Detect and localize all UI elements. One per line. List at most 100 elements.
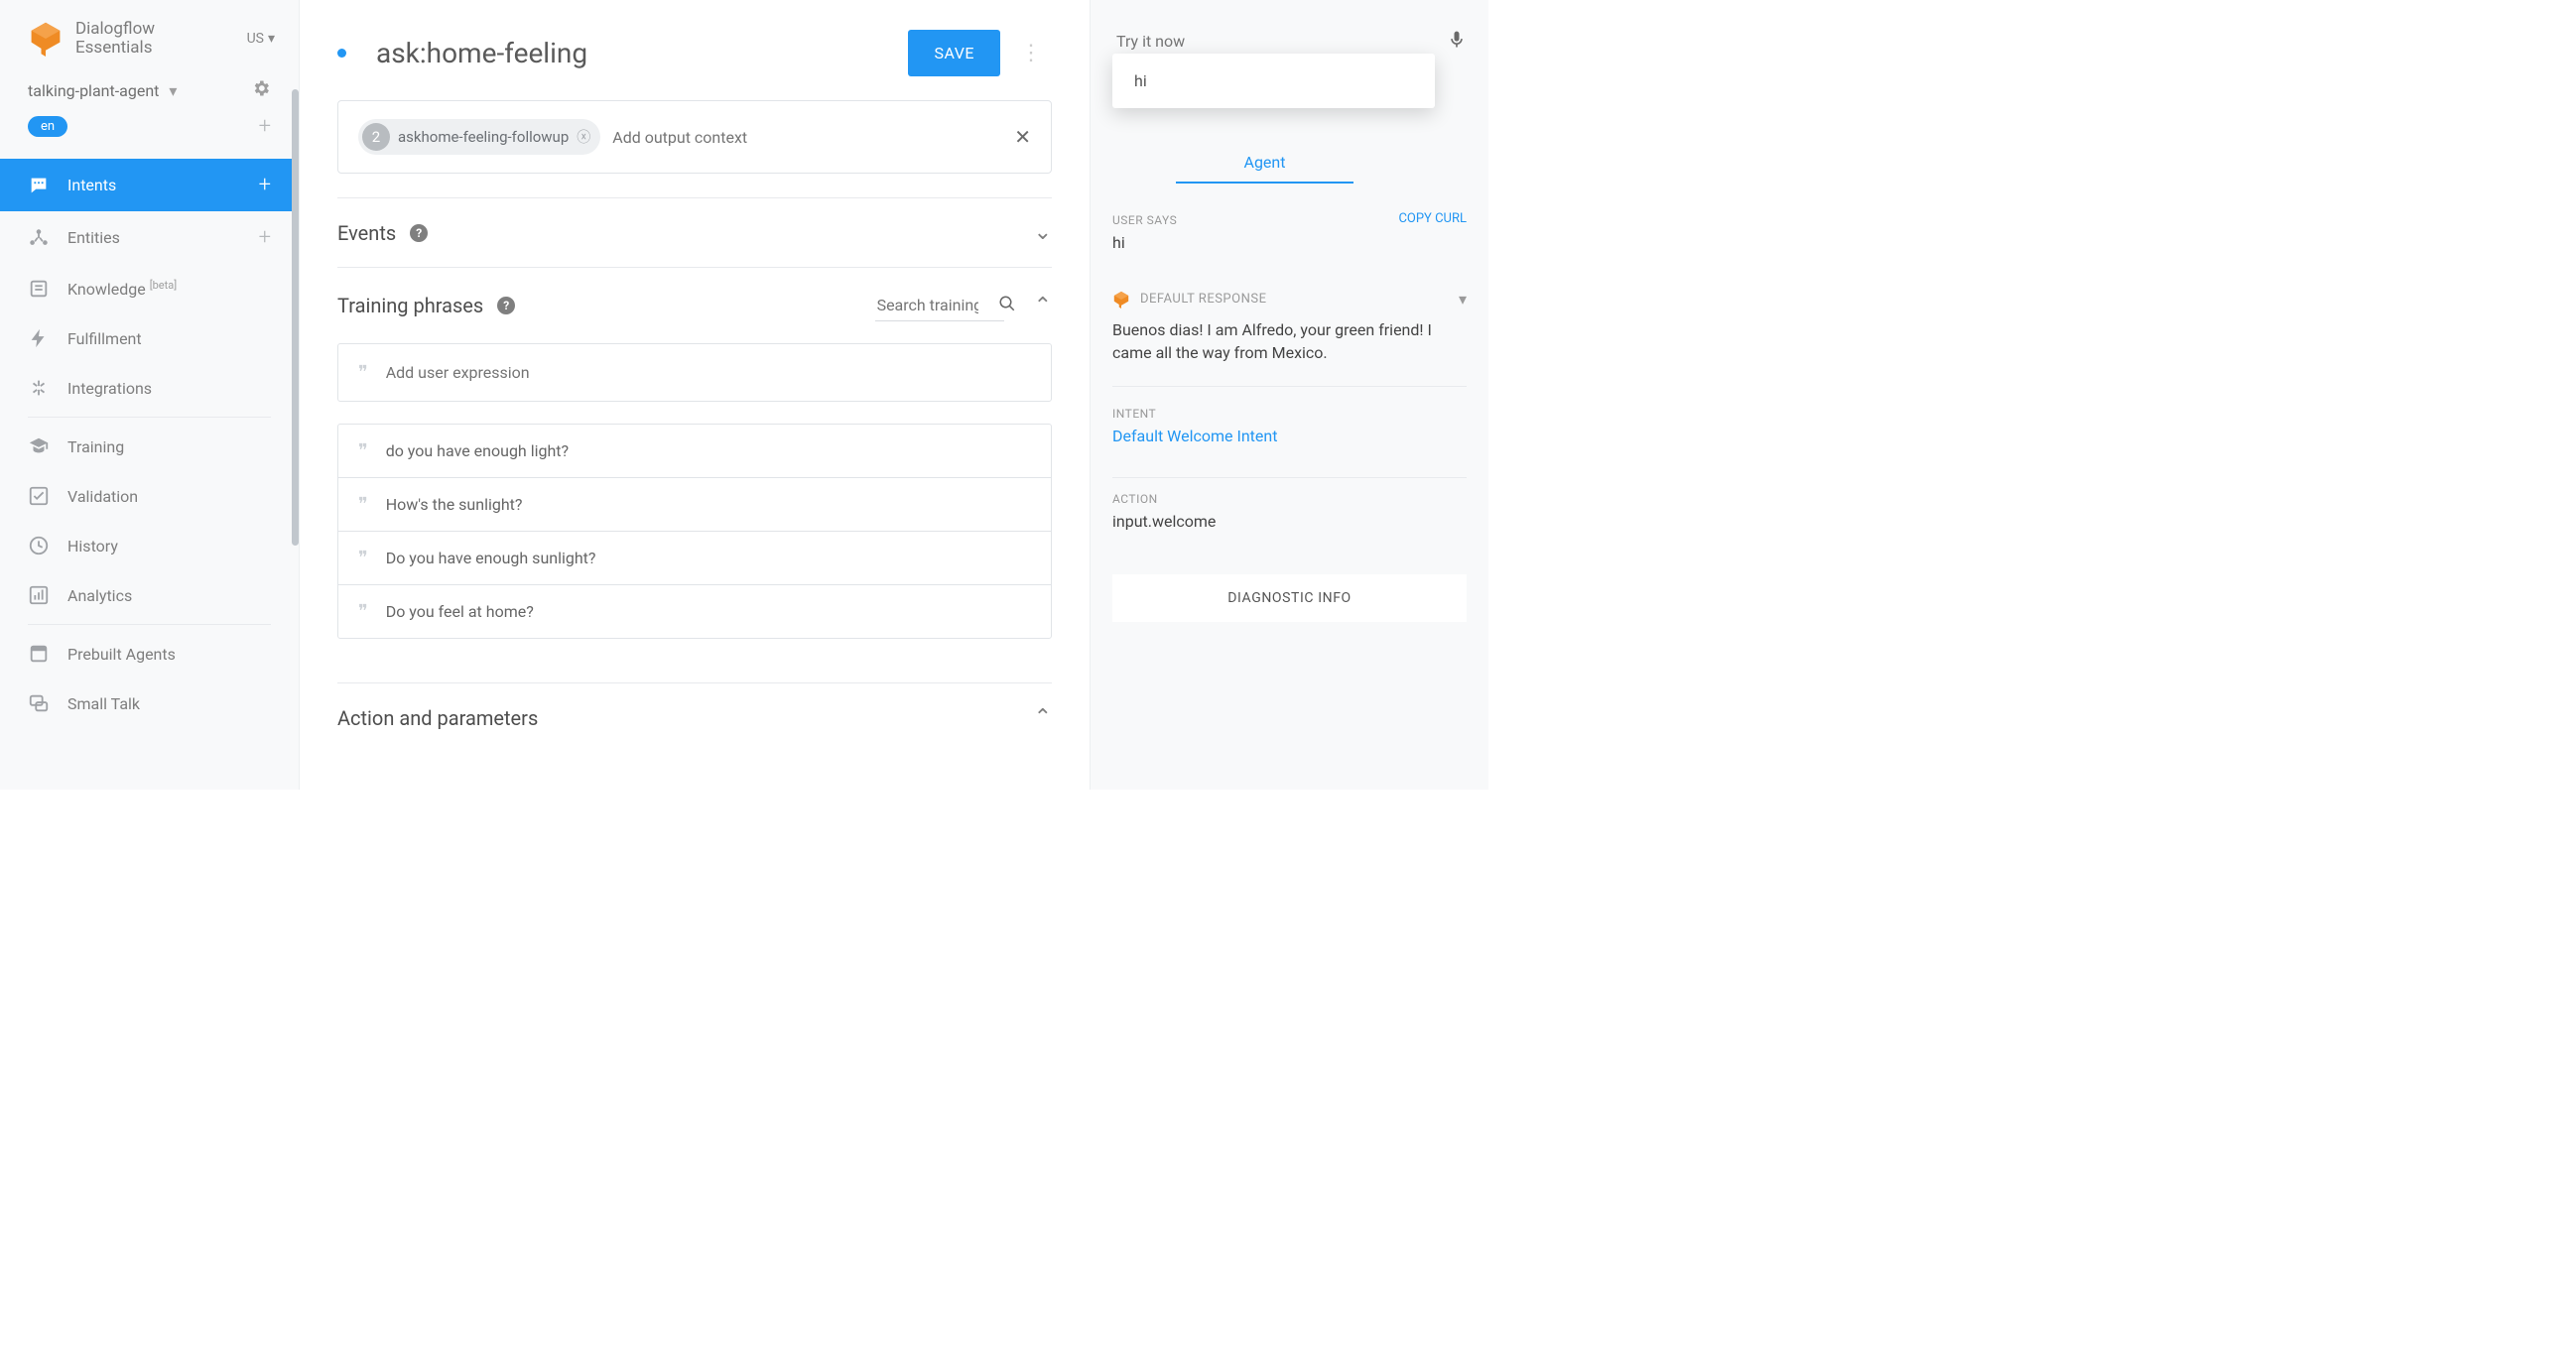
nav-label: Fulfillment: [67, 329, 142, 348]
expand-icon[interactable]: ⌄: [1034, 220, 1052, 245]
intents-icon: [28, 175, 50, 196]
nav-integrations[interactable]: Integrations: [0, 363, 299, 413]
intent-header: ask:home-feeling SAVE ⋮: [300, 0, 1090, 100]
intent-title[interactable]: ask:home-feeling: [376, 37, 587, 69]
clear-contexts-icon[interactable]: ✕: [1014, 125, 1031, 149]
gear-icon[interactable]: [251, 78, 271, 102]
collapse-icon[interactable]: ⌃: [1034, 294, 1052, 318]
chevron-down-icon: ▾: [268, 31, 275, 47]
agent-selector[interactable]: talking-plant-agent ▾: [0, 66, 299, 108]
quote-icon: ❞: [358, 601, 368, 622]
training-phrases-section: Training phrases ? ⌃ ❞ ❞do you ha: [337, 267, 1052, 682]
add-entity-button[interactable]: +: [259, 225, 271, 250]
chevron-down-icon[interactable]: ▾: [1459, 290, 1467, 308]
save-button[interactable]: SAVE: [908, 30, 1000, 76]
phrase-text: do you have enough light?: [386, 441, 569, 460]
nav-fulfillment[interactable]: Fulfillment: [0, 313, 299, 363]
quote-icon: ❞: [358, 494, 368, 515]
nav-label: Prebuilt Agents: [67, 645, 176, 664]
section-title: Events: [337, 221, 396, 245]
matched-intent-link[interactable]: Default Welcome Intent: [1112, 427, 1467, 463]
training-phrase-row[interactable]: ❞ Do you have enough sunlight?: [338, 531, 1051, 584]
help-icon[interactable]: ?: [497, 297, 515, 314]
entities-icon: [28, 227, 50, 249]
nav-validation[interactable]: Validation: [0, 471, 299, 521]
nav-label: Knowledge [beta]: [67, 280, 177, 299]
product-name: Dialogflow Essentials: [75, 20, 155, 57]
add-expression-box[interactable]: ❞: [337, 343, 1052, 402]
nav-training[interactable]: Training: [0, 422, 299, 471]
action-value: input.welcome: [1112, 512, 1467, 549]
nav: Intents + Entities + Knowledge [beta] Fu…: [0, 155, 299, 728]
fulfillment-icon: [28, 327, 50, 349]
quote-icon: ❞: [358, 362, 368, 383]
nav-label: Intents: [67, 176, 116, 194]
nav-divider: [28, 624, 271, 625]
copy-curl-button[interactable]: COPY CURL: [1398, 211, 1467, 226]
nav-label: Training: [67, 437, 124, 456]
history-icon: [28, 535, 50, 556]
search-training-input[interactable]: [875, 290, 1004, 321]
microphone-icon[interactable]: [1447, 29, 1467, 56]
collapse-icon[interactable]: ⌃: [1034, 705, 1052, 730]
action-label: ACTION: [1112, 492, 1467, 506]
try-panel: hi Agent USER SAYS COPY CURL hi DEFAULT …: [1091, 0, 1488, 790]
try-suggestion-popup[interactable]: hi: [1112, 54, 1435, 108]
context-name: askhome-feeling-followup: [398, 128, 569, 146]
training-phrase-row[interactable]: ❞do you have enough light?: [338, 425, 1051, 477]
chevron-down-icon: ▾: [169, 81, 177, 100]
integrations-icon: [28, 377, 50, 399]
nav-analytics[interactable]: Analytics: [0, 570, 299, 620]
intent-label: INTENT: [1112, 407, 1467, 421]
sidebar-scrollbar[interactable]: [292, 89, 299, 546]
action-parameters-section: Action and parameters ⌃: [337, 682, 1052, 752]
nav-label: Analytics: [67, 586, 132, 605]
nav-knowledge[interactable]: Knowledge [beta]: [0, 264, 299, 313]
tab-agent[interactable]: Agent: [1176, 143, 1353, 184]
knowledge-icon: [28, 278, 50, 300]
context-lifespan: 2: [362, 123, 390, 151]
training-phrase-row[interactable]: ❞ Do you feel at home?: [338, 584, 1051, 638]
add-user-expression-input[interactable]: [386, 363, 1031, 382]
region-selector[interactable]: US ▾: [247, 31, 275, 47]
diagnostic-info-button[interactable]: DIAGNOSTIC INFO: [1112, 574, 1467, 622]
user-says-label: USER SAYS: [1112, 213, 1177, 227]
section-title: Action and parameters: [337, 706, 538, 730]
training-phrase-list: ❞do you have enough light? ❞How's the su…: [337, 424, 1052, 639]
help-icon[interactable]: ?: [410, 224, 428, 242]
add-output-context-input[interactable]: [612, 128, 1002, 147]
sidebar: Dialogflow Essentials US ▾ talking-plant…: [0, 0, 300, 790]
language-row: en +: [0, 108, 299, 155]
smalltalk-icon: [28, 692, 50, 714]
nav-prebuilt-agents[interactable]: Prebuilt Agents: [0, 629, 299, 678]
default-response-label: DEFAULT RESPONSE: [1140, 292, 1266, 307]
remove-context-icon[interactable]: ⓧ: [577, 127, 590, 147]
nav-entities[interactable]: Entities +: [0, 211, 299, 264]
nav-small-talk[interactable]: Small Talk: [0, 678, 299, 728]
section-title: Training phrases: [337, 294, 483, 317]
analytics-icon: [28, 584, 50, 606]
nav-intents[interactable]: Intents +: [0, 159, 299, 211]
language-chip[interactable]: en: [28, 116, 67, 137]
add-intent-button[interactable]: +: [259, 173, 271, 197]
phrase-text: Do you have enough sunlight?: [386, 549, 596, 567]
user-says-value: hi: [1112, 233, 1467, 270]
search-icon[interactable]: [998, 295, 1016, 317]
phrase-text: How's the sunlight?: [386, 495, 523, 514]
phrase-text: Do you feel at home?: [386, 602, 534, 621]
prebuilt-icon: [28, 643, 50, 665]
logo-row: Dialogflow Essentials US ▾: [0, 0, 299, 66]
unsaved-dot-icon: [337, 49, 346, 58]
training-phrase-row[interactable]: ❞ How's the sunlight?: [338, 477, 1051, 531]
nav-label: History: [67, 537, 118, 555]
nav-history[interactable]: History: [0, 521, 299, 570]
nav-divider: [28, 417, 271, 418]
events-section: Events ? ⌄: [337, 197, 1052, 267]
output-context-box: 2 askhome-feeling-followup ⓧ ✕: [337, 100, 1052, 174]
quote-icon: ❞: [358, 548, 368, 568]
add-language-button[interactable]: +: [259, 114, 271, 139]
main-column: ask:home-feeling SAVE ⋮ 2 askhome-feelin…: [300, 0, 1091, 790]
kebab-menu-icon[interactable]: ⋮: [1012, 35, 1050, 71]
context-chip[interactable]: 2 askhome-feeling-followup ⓧ: [358, 119, 600, 155]
validation-icon: [28, 485, 50, 507]
